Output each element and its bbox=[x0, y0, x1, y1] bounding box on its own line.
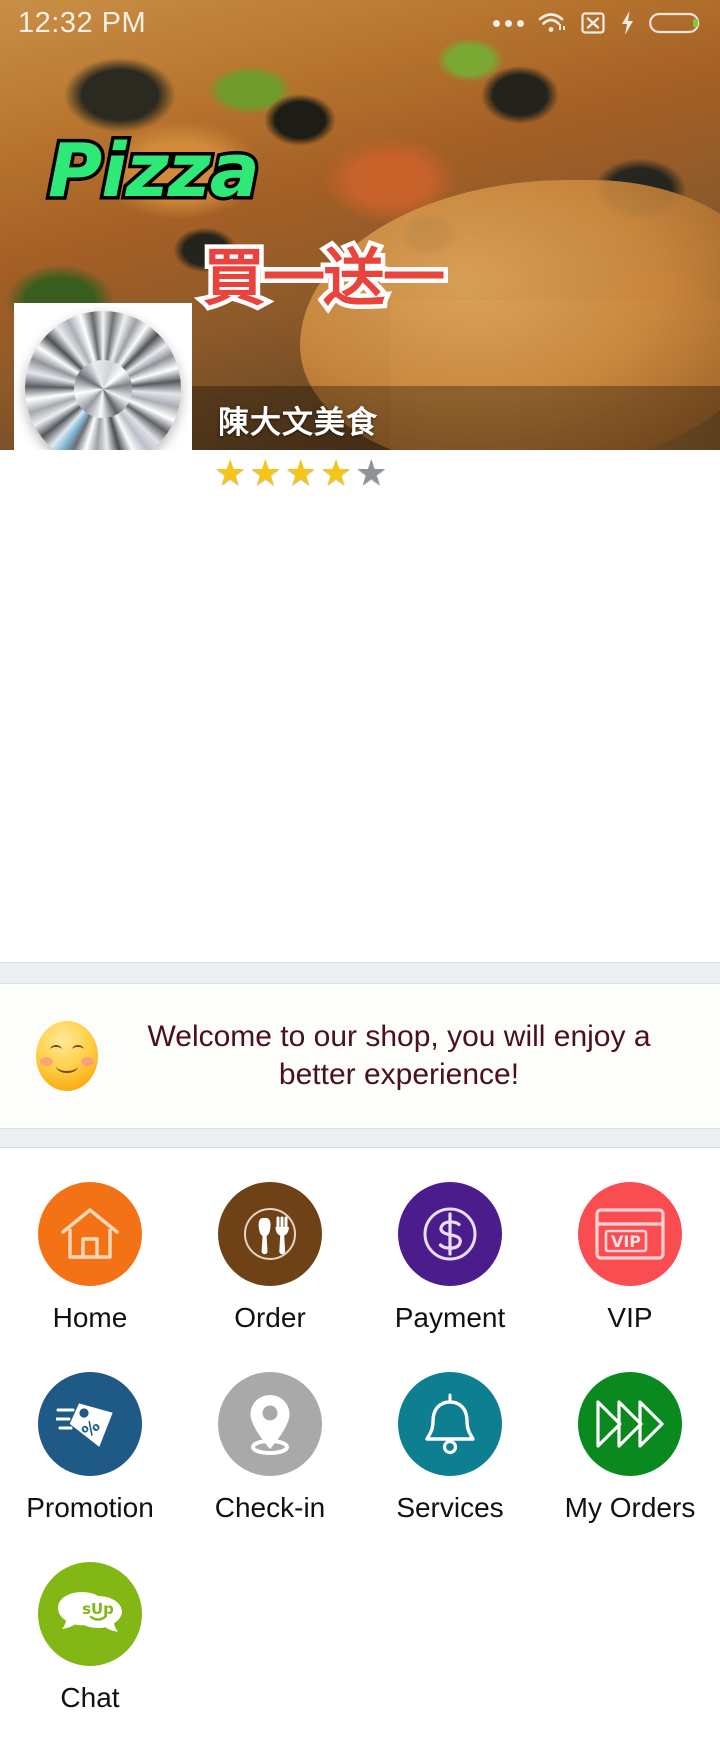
home-icon-circle[interactable] bbox=[38, 1182, 142, 1286]
more-dots-icon bbox=[493, 19, 524, 27]
grid-item-label: Order bbox=[234, 1302, 306, 1333]
grid-item-label: Services bbox=[396, 1492, 504, 1523]
status-bar: 12:32 PM bbox=[0, 0, 720, 46]
my-orders-icon-circle[interactable] bbox=[578, 1372, 682, 1476]
price-tag-icon: % bbox=[56, 1403, 113, 1447]
grid-item-order[interactable]: Order bbox=[180, 1182, 360, 1372]
grid-item-chat[interactable]: sUp Chat bbox=[0, 1562, 180, 1752]
star-4[interactable]: ★ bbox=[320, 455, 352, 491]
hero-title: Pizza bbox=[45, 128, 264, 214]
grid-item-vip[interactable]: VIP VIP bbox=[540, 1182, 720, 1372]
vip-icon-circle[interactable]: VIP bbox=[578, 1182, 682, 1286]
grid-item-label: Check-in bbox=[214, 1492, 326, 1523]
star-5[interactable]: ★ bbox=[355, 455, 387, 491]
grid-row-2: % Promotion Check-in Services My Orders bbox=[0, 1372, 720, 1562]
grid-item-services[interactable]: Services bbox=[360, 1372, 540, 1562]
grid-item-label: Promotion bbox=[26, 1492, 154, 1523]
grid-item-label: Chat bbox=[60, 1682, 120, 1713]
map-pin-icon bbox=[250, 1395, 290, 1455]
bell-icon bbox=[425, 1393, 475, 1455]
battery-icon bbox=[649, 12, 700, 34]
grid-item-home[interactable]: Home bbox=[0, 1182, 180, 1372]
welcome-message: Welcome to our shop, you will enjoy a be… bbox=[147, 1019, 651, 1091]
shop-avatar-card[interactable] bbox=[14, 303, 192, 450]
grid-item-label: VIP bbox=[607, 1302, 653, 1333]
hero-banner[interactable]: 12:32 PM Pizza 買一送一 陳大文美食 bbox=[0, 0, 720, 450]
grid-item-payment[interactable]: Payment bbox=[360, 1182, 540, 1372]
grid-item-empty-3 bbox=[540, 1562, 720, 1752]
shop-name: 陳大文美食 bbox=[218, 405, 378, 441]
grid-item-label: My Orders bbox=[564, 1492, 696, 1523]
svg-text:VIP: VIP bbox=[611, 1232, 641, 1251]
grid-item-promotion[interactable]: % Promotion bbox=[0, 1372, 180, 1562]
grid-item-empty-2 bbox=[360, 1562, 540, 1752]
svg-text:sUp: sUp bbox=[82, 1600, 114, 1618]
chat-icon-circle[interactable]: sUp bbox=[38, 1562, 142, 1666]
triple-arrow-icon bbox=[596, 1400, 664, 1448]
grid-item-checkin[interactable]: Check-in bbox=[180, 1372, 360, 1562]
no-sim-icon bbox=[581, 12, 605, 34]
grid-row-1: Home Order Payment VIP VIP bbox=[0, 1182, 720, 1372]
grid-row-3: sUp Chat bbox=[0, 1562, 720, 1752]
house-icon bbox=[61, 1208, 119, 1259]
diamond-avatar bbox=[25, 311, 181, 450]
grid-item-empty-1 bbox=[180, 1562, 360, 1752]
star-2[interactable]: ★ bbox=[249, 455, 281, 491]
cutlery-icon bbox=[244, 1208, 296, 1260]
smiling-face-emoji bbox=[36, 1021, 98, 1091]
section-divider-top bbox=[0, 962, 720, 984]
star-1[interactable]: ★ bbox=[214, 455, 246, 491]
status-bar-clock: 12:32 PM bbox=[18, 6, 147, 39]
hero-promo-text: 買一送一 bbox=[198, 241, 449, 314]
welcome-banner: Welcome to our shop, you will enjoy a be… bbox=[0, 984, 720, 1128]
order-icon-circle[interactable] bbox=[218, 1182, 322, 1286]
dollar-coin-icon bbox=[423, 1207, 477, 1261]
services-icon-circle[interactable] bbox=[398, 1372, 502, 1476]
chat-bubbles-icon: sUp bbox=[58, 1592, 122, 1632]
vip-card-icon: VIP bbox=[595, 1208, 665, 1260]
charging-bolt-icon bbox=[622, 11, 633, 35]
grid-item-label: Payment bbox=[394, 1302, 506, 1333]
section-divider-bottom bbox=[0, 1128, 720, 1148]
quick-action-grid: Home Order Payment VIP VIP % Promotion C… bbox=[0, 1148, 720, 1752]
checkin-icon-circle[interactable] bbox=[218, 1372, 322, 1476]
star-3[interactable]: ★ bbox=[285, 455, 317, 491]
grid-item-label: Home bbox=[52, 1302, 128, 1333]
payment-icon-circle[interactable] bbox=[398, 1182, 502, 1286]
wifi-icon bbox=[538, 13, 565, 32]
rating-stars[interactable]: ★ ★ ★ ★ ★ bbox=[214, 455, 387, 491]
promotion-icon-circle[interactable]: % bbox=[38, 1372, 142, 1476]
rating-strip: ★ ★ ★ ★ ★ bbox=[0, 450, 720, 512]
grid-item-my-orders[interactable]: My Orders bbox=[540, 1372, 720, 1562]
